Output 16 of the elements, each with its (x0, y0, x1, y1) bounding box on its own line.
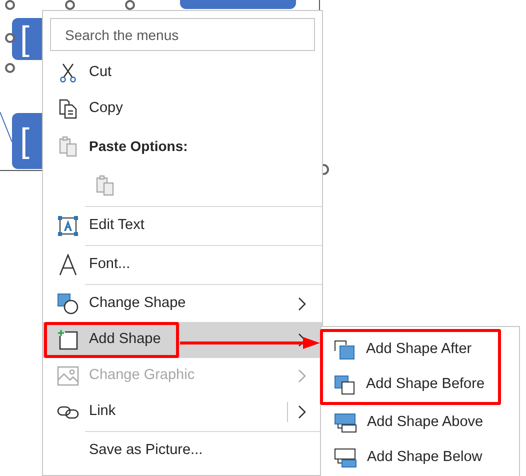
shape-text: [ (20, 124, 30, 158)
menu-item[interactable]: Change Shape (43, 286, 322, 322)
menu-item[interactable]: Copy (43, 91, 322, 127)
menu-item[interactable]: Link (43, 394, 322, 430)
submenu-item[interactable]: Add Shape Above (321, 405, 519, 440)
menu-item[interactable]: Save as Picture... (43, 433, 322, 469)
menu-item[interactable]: Cut (43, 55, 322, 91)
submenu-item[interactable]: Add Shape Below (321, 440, 519, 475)
search-field[interactable]: Search the menus (50, 18, 315, 51)
menu-item[interactable]: Edit Text (43, 208, 322, 244)
section-heading: Paste Options: (89, 136, 188, 156)
shape-text: [ (20, 22, 30, 56)
menu-item[interactable]: Add Shape (43, 322, 322, 358)
submenu-item[interactable]: Add Shape Before (323, 367, 498, 402)
menu-item[interactable]: Font... (43, 247, 322, 283)
submenu-item[interactable]: Add Shape After (323, 332, 498, 367)
